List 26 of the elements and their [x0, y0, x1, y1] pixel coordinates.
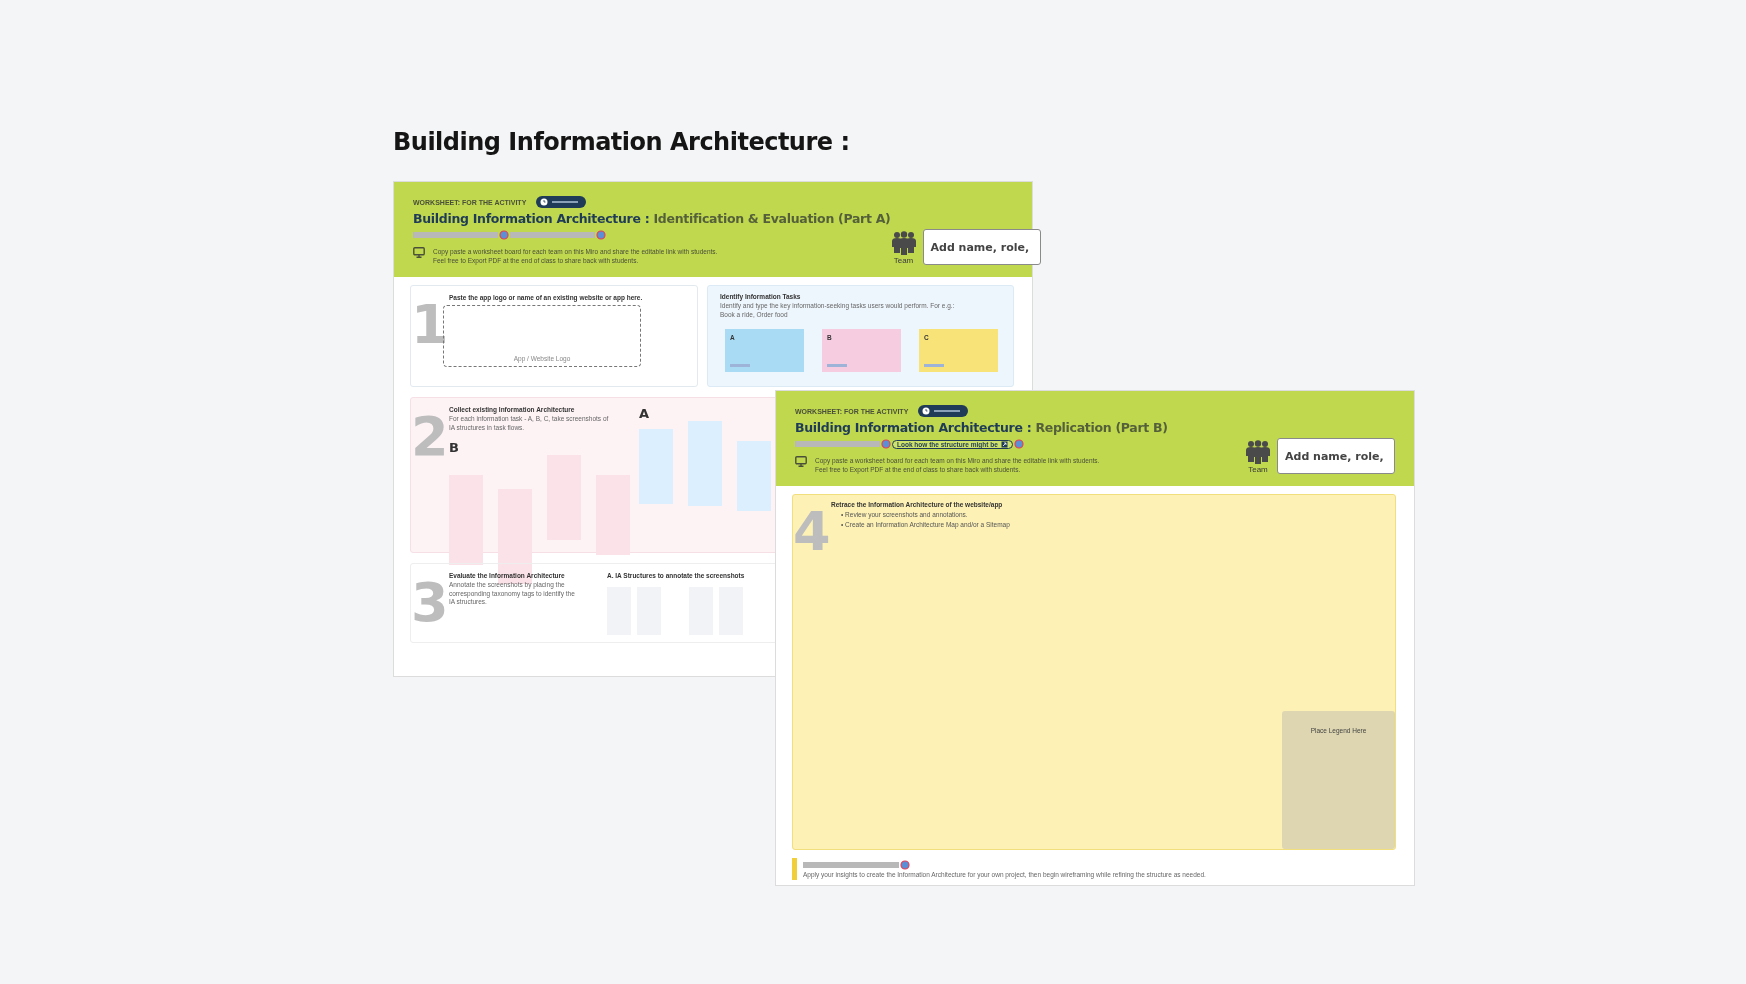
note-tag [730, 364, 750, 367]
step-number: 4 [793, 501, 831, 565]
marker-icon [1013, 438, 1024, 450]
monitor-icon [413, 247, 425, 258]
worksheet-title: Building Information Architecture : Identification & Evaluation (Part A) [413, 211, 891, 226]
team-label: Team [1248, 465, 1268, 474]
monitor-icon [795, 456, 807, 467]
external-link-icon [1000, 440, 1008, 448]
group-label: A [639, 406, 650, 421]
name-field[interactable]: Add name, role, [1277, 438, 1395, 474]
step-number: 3 [411, 572, 449, 636]
marker-icon [596, 229, 606, 241]
group-label: B [449, 440, 459, 455]
name-field[interactable]: Add name, role, [922, 229, 1041, 265]
next-step-tag [792, 858, 797, 880]
team-icon [1245, 440, 1271, 464]
board-title: Building Information Architecture : [393, 128, 850, 156]
step-number: 2 [411, 406, 449, 470]
team-label: Team [893, 256, 914, 265]
marker-icon [499, 229, 509, 241]
marker-icon [900, 858, 910, 871]
note-tag [924, 364, 944, 367]
team-icon [890, 231, 917, 255]
worksheet-title: Building Information Architecture : Replication (Part B) [795, 420, 1168, 435]
marker-icon [881, 438, 891, 450]
note-tag [827, 364, 847, 367]
